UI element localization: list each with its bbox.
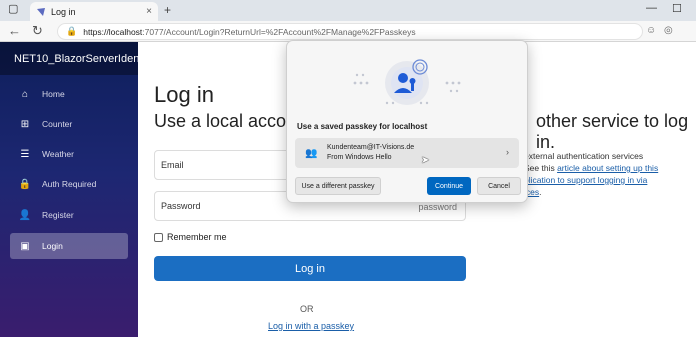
sidebar-item-label: Counter bbox=[42, 119, 73, 129]
ext-line: See this bbox=[524, 163, 558, 173]
back-button[interactable]: ← bbox=[8, 23, 21, 38]
maximize-button[interactable]: ☐ bbox=[672, 2, 682, 15]
tab-bar: ▢ Log in × + — ☐ bbox=[0, 0, 696, 21]
different-passkey-button[interactable]: Use a different passkey bbox=[295, 177, 381, 195]
sidebar-item-auth-required[interactable]: 🔒 Auth Required bbox=[10, 171, 128, 197]
external-auth-info: external authentication services See thi… bbox=[524, 150, 674, 198]
person-badge-icon: ▣ bbox=[20, 240, 30, 252]
setup-article-link[interactable]: article about setting up this bbox=[557, 163, 658, 173]
sidebar-item-label: Login bbox=[42, 241, 63, 251]
sidebar-item-counter[interactable]: ⊞ Counter bbox=[10, 111, 128, 137]
dialog-title: Use a saved passkey for localhost bbox=[297, 122, 428, 131]
sidebar-item-label: Weather bbox=[42, 149, 74, 159]
tab-title: Log in bbox=[51, 6, 76, 17]
account-email: Kundenteam@IT-Visions.de bbox=[327, 144, 415, 151]
passkey-dialog: Use a saved passkey for localhost 👥 Kund… bbox=[286, 40, 528, 203]
user-key-icon: 👥 bbox=[305, 147, 318, 159]
address-bar[interactable]: 🔒 https://localhost :7077/Account/Login?… bbox=[57, 23, 643, 40]
or-divider: OR bbox=[300, 304, 314, 314]
browser-toolbar: ← ↻ 🔒 https://localhost :7077/Account/Lo… bbox=[0, 21, 696, 42]
external-login-heading: other service to log in. bbox=[536, 111, 689, 152]
plus-square-icon: ⊞ bbox=[20, 118, 30, 130]
sidebar-item-label: Auth Required bbox=[42, 179, 97, 189]
workspace-icon[interactable]: ▢ bbox=[8, 2, 18, 15]
continue-button[interactable]: Continue bbox=[427, 177, 471, 195]
new-tab-button[interactable]: + bbox=[164, 3, 171, 17]
account-source: From Windows Hello bbox=[327, 154, 392, 161]
emoji-icon[interactable]: ☺ bbox=[646, 25, 656, 36]
passkey-login-link[interactable]: Log in with a passkey bbox=[268, 321, 354, 331]
tab-close-icon[interactable]: × bbox=[146, 6, 152, 17]
list-icon: ☰ bbox=[20, 148, 30, 160]
ext-line: external authentication services bbox=[524, 151, 644, 161]
home-icon: ⌂ bbox=[21, 88, 29, 100]
url-path: :7077/Account/Login?ReturnUrl=%2FAccount… bbox=[142, 26, 416, 37]
blazor-favicon-icon bbox=[37, 7, 45, 16]
page-title: Log in bbox=[154, 82, 214, 107]
url-host: https://localhost bbox=[83, 26, 143, 37]
sidebar-item-register[interactable]: 👤 Register bbox=[10, 202, 128, 228]
person-icon: 👤 bbox=[18, 209, 32, 221]
sidebar-item-label: Register bbox=[42, 210, 74, 220]
local-account-heading: Use a local accou bbox=[154, 111, 297, 131]
ext-line: . bbox=[539, 187, 542, 197]
lock-icon: 🔒 bbox=[18, 178, 32, 190]
minimize-button[interactable]: — bbox=[646, 2, 657, 14]
login-button[interactable]: Log in bbox=[154, 256, 466, 281]
setup-article-link[interactable]: plication to support logging in via bbox=[524, 175, 647, 185]
sidebar-item-weather[interactable]: ☰ Weather bbox=[10, 141, 128, 167]
sidebar-item-label: Home bbox=[42, 89, 65, 99]
passkey-account-option[interactable]: 👥 Kundenteam@IT-Visions.de From Windows … bbox=[295, 138, 519, 168]
remember-me-checkbox[interactable] bbox=[154, 232, 163, 242]
reading-mode-icon[interactable]: ◎ bbox=[664, 25, 673, 36]
remember-me-label: Remember me bbox=[167, 232, 227, 242]
email-label: Email bbox=[161, 160, 184, 170]
app-title[interactable]: NET10_BlazorServerIdentity bbox=[0, 42, 138, 75]
cancel-button[interactable]: Cancel bbox=[477, 177, 521, 195]
password-label: Password bbox=[161, 201, 201, 211]
sidebar-item-login[interactable]: ▣ Login bbox=[10, 233, 128, 259]
sidebar-item-home[interactable]: ⌂ Home bbox=[10, 81, 128, 107]
browser-tab[interactable]: Log in × bbox=[30, 2, 158, 21]
lock-icon: 🔒 bbox=[66, 26, 78, 36]
chevron-right-icon: › bbox=[506, 147, 509, 157]
remember-me[interactable]: Remember me bbox=[154, 232, 227, 242]
sidebar: NET10_BlazorServerIdentity ⌂ Home ⊞ Coun… bbox=[0, 42, 138, 337]
password-placeholder: password bbox=[418, 202, 457, 212]
mouse-cursor-icon: ➤ bbox=[421, 155, 430, 166]
passkey-illustration-icon bbox=[353, 59, 461, 105]
reload-button[interactable]: ↻ bbox=[32, 23, 43, 39]
